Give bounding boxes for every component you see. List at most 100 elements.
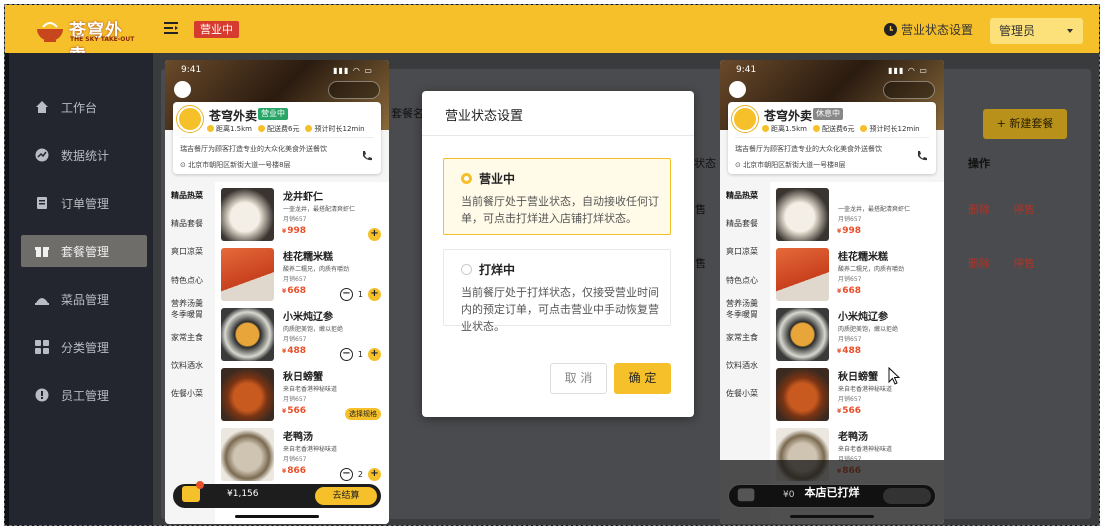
- new-package-button[interactable]: + 新建套餐: [983, 109, 1067, 139]
- dish-item[interactable]: 龙井虾仁 一壶龙井，最搭配清爽虾仁 月销657 ¥998 +: [221, 188, 381, 244]
- minus-icon[interactable]: −: [339, 288, 353, 301]
- option-open[interactable]: 营业中 当前餐厅处于营业状态，自动接收任何订单，可点击打烊进入店铺打烊状态。: [443, 158, 671, 235]
- business-status-settings-link[interactable]: 营业状态设置: [884, 21, 973, 38]
- dish-item[interactable]: 老鸭汤 来自老香港神秘味道 月销657 ¥866 −2 +: [221, 428, 381, 484]
- signal-icon: ▮▮▮ ◠ ▭: [888, 66, 928, 75]
- dish-price: ¥866: [282, 466, 306, 476]
- dish-item[interactable]: 桂花糯米糕 酸养二糯兄，肉质有嚼劲 月销657 ¥668 −1 +: [221, 248, 381, 304]
- dish-name: 秋日螃蟹: [283, 372, 323, 383]
- closed-label: 本店已打烊: [804, 486, 860, 499]
- radio-checked-icon[interactable]: [461, 173, 472, 184]
- category-item[interactable]: 爽口凉菜: [171, 246, 211, 257]
- miniapp-capsule-icon[interactable]: [883, 81, 935, 99]
- confirm-button[interactable]: 确 定: [614, 363, 671, 394]
- sidebar-item-packages[interactable]: 套餐管理: [21, 235, 147, 267]
- category-item[interactable]: 精品套餐: [171, 218, 211, 229]
- add-icon[interactable]: +: [368, 228, 381, 241]
- category-item[interactable]: 精品套餐: [726, 218, 766, 229]
- user-avatar-icon[interactable]: [729, 81, 746, 98]
- category-item[interactable]: 佐餐小菜: [171, 388, 211, 399]
- minus-icon[interactable]: −: [339, 468, 353, 481]
- category-item[interactable]: 营养汤羹 冬季暖胃: [726, 298, 766, 320]
- category-item[interactable]: 精品热菜: [171, 190, 211, 201]
- category-item[interactable]: 佐餐小菜: [726, 388, 766, 399]
- sidebar-item-orders[interactable]: 订单管理: [21, 187, 147, 219]
- sidebar-item-employees[interactable]: 员工管理: [21, 379, 147, 411]
- disable-link[interactable]: 停售: [1013, 201, 1035, 217]
- minus-icon[interactable]: −: [339, 348, 353, 361]
- home-indicator: [790, 515, 874, 518]
- distance-icon: [207, 125, 214, 132]
- row-status: 售: [695, 203, 706, 216]
- divider: [180, 137, 374, 138]
- category-item[interactable]: 家常主食: [726, 332, 766, 343]
- radio-unchecked-icon[interactable]: [461, 264, 472, 275]
- dish-price: ¥566: [837, 406, 861, 416]
- dish-item[interactable]: 秋日螃蟹 来自老香港神秘味道 月销657 ¥566 选择规格: [221, 368, 381, 424]
- phone-call-icon[interactable]: [361, 150, 373, 162]
- dialog-title: 营业状态设置: [445, 109, 524, 124]
- sidebar-item-label: 订单管理: [61, 196, 110, 211]
- sidebar-item-statistics[interactable]: 数据统计: [21, 139, 147, 171]
- delete-link[interactable]: 删除: [968, 255, 990, 271]
- phone-preview-open: 9:41 ▮▮▮ ◠ ▭ 苍穹外卖 营业中 距离1.5km 配送费6元 预计时长…: [165, 60, 389, 524]
- category-item[interactable]: 营养汤羹 冬季暖胃: [171, 298, 211, 320]
- category-item[interactable]: 饮料酒水: [171, 360, 211, 371]
- phone-call-icon[interactable]: [916, 150, 928, 162]
- dish-image: [221, 248, 274, 301]
- dish-sales: 月销657: [838, 336, 862, 343]
- dish-sales: 月销657: [838, 396, 862, 403]
- dish-image: [221, 368, 274, 421]
- category-item[interactable]: 特色点心: [171, 275, 211, 286]
- admin-dropdown[interactable]: 管理员: [990, 18, 1083, 44]
- dish-desc: 来自老香港神秘味道: [283, 446, 338, 453]
- add-icon[interactable]: +: [368, 348, 381, 361]
- dish-sales: 月销657: [283, 216, 307, 223]
- sidebar-item-label: 工作台: [61, 100, 98, 115]
- dish-desc: 一壶龙井，最搭配清爽虾仁: [283, 206, 356, 213]
- sidebar-item-workbench[interactable]: 工作台: [21, 91, 147, 123]
- category-item[interactable]: 特色点心: [726, 275, 766, 286]
- phone-preview-closed: 9:41 ▮▮▮ ◠ ▭ 苍穹外卖 休息中 距离1.5km 配送费6元 预计时长…: [720, 60, 944, 524]
- sidebar-item-categories[interactable]: 分类管理: [21, 331, 147, 363]
- brand-logo: 苍穹外卖 THE SKY TAKE-OUT: [35, 13, 135, 66]
- dish-desc: 肉质肥美饱，嫩以拒绝: [838, 326, 899, 333]
- cancel-button[interactable]: 取 消: [550, 363, 607, 394]
- dish-icon: [35, 298, 49, 305]
- category-item[interactable]: 饮料酒水: [726, 360, 766, 371]
- dish-item[interactable]: 小米炖辽参 肉质肥美饱，嫩以拒绝 月销657 ¥488 −1 +: [221, 308, 381, 364]
- home-icon: [36, 101, 48, 113]
- menu-toggle-icon[interactable]: [164, 22, 178, 34]
- add-icon[interactable]: +: [368, 288, 381, 301]
- meta-distance: 距离1.5km: [771, 125, 808, 133]
- dish-item[interactable]: 小米炖辽参 肉质肥美饱，嫩以拒绝 月销657 ¥488: [776, 308, 936, 364]
- dish-desc: 酸养二糯兄，肉质有嚼劲: [838, 266, 905, 273]
- dish-item[interactable]: 秋日螃蟹 来自老香港神秘味道 月销657 ¥566: [776, 368, 936, 424]
- category-item[interactable]: 家常主食: [171, 332, 211, 343]
- time-icon: [860, 125, 868, 132]
- option-closed[interactable]: 打烊中 当前餐厅处于打烊状态，仅接受营业时间内的预定订单，可点击营业中手动恢复营…: [443, 249, 671, 333]
- category-item[interactable]: 爽口凉菜: [726, 246, 766, 257]
- sidebar-item-label: 数据统计: [61, 148, 110, 163]
- sidebar-item-dishes[interactable]: 菜品管理: [21, 283, 147, 315]
- dish-item[interactable]: 一壶龙井，最搭配清爽虾仁 月销657 ¥998: [776, 188, 936, 244]
- table-header-ops: 操作: [968, 157, 990, 170]
- meta-time: 预计时长12min: [869, 125, 920, 133]
- shop-logo-icon: [732, 106, 758, 132]
- miniapp-capsule-icon[interactable]: [328, 81, 380, 99]
- cart-bag-icon: [182, 481, 204, 502]
- shop-address-text: 北京市朝阳区新街大道一号楼8层: [188, 161, 291, 169]
- select-spec-button[interactable]: 选择规格: [345, 408, 381, 420]
- dish-price: ¥998: [282, 226, 306, 236]
- delete-link[interactable]: 删除: [968, 201, 990, 217]
- disable-link[interactable]: 停售: [1013, 255, 1035, 271]
- user-avatar-icon[interactable]: [174, 81, 191, 98]
- cart-bar[interactable]: ¥1,156 去结算: [173, 481, 381, 508]
- dish-item[interactable]: 桂花糯米糕 酸养二糯兄，肉质有嚼劲 月销657 ¥668: [776, 248, 936, 304]
- add-icon[interactable]: +: [368, 468, 381, 481]
- admin-label: 管理员: [999, 24, 1036, 38]
- quantity: 1: [357, 290, 363, 299]
- checkout-button[interactable]: 去结算: [315, 487, 377, 505]
- category-item[interactable]: 精品热菜: [726, 190, 766, 201]
- sidebar-item-label: 员工管理: [61, 388, 110, 403]
